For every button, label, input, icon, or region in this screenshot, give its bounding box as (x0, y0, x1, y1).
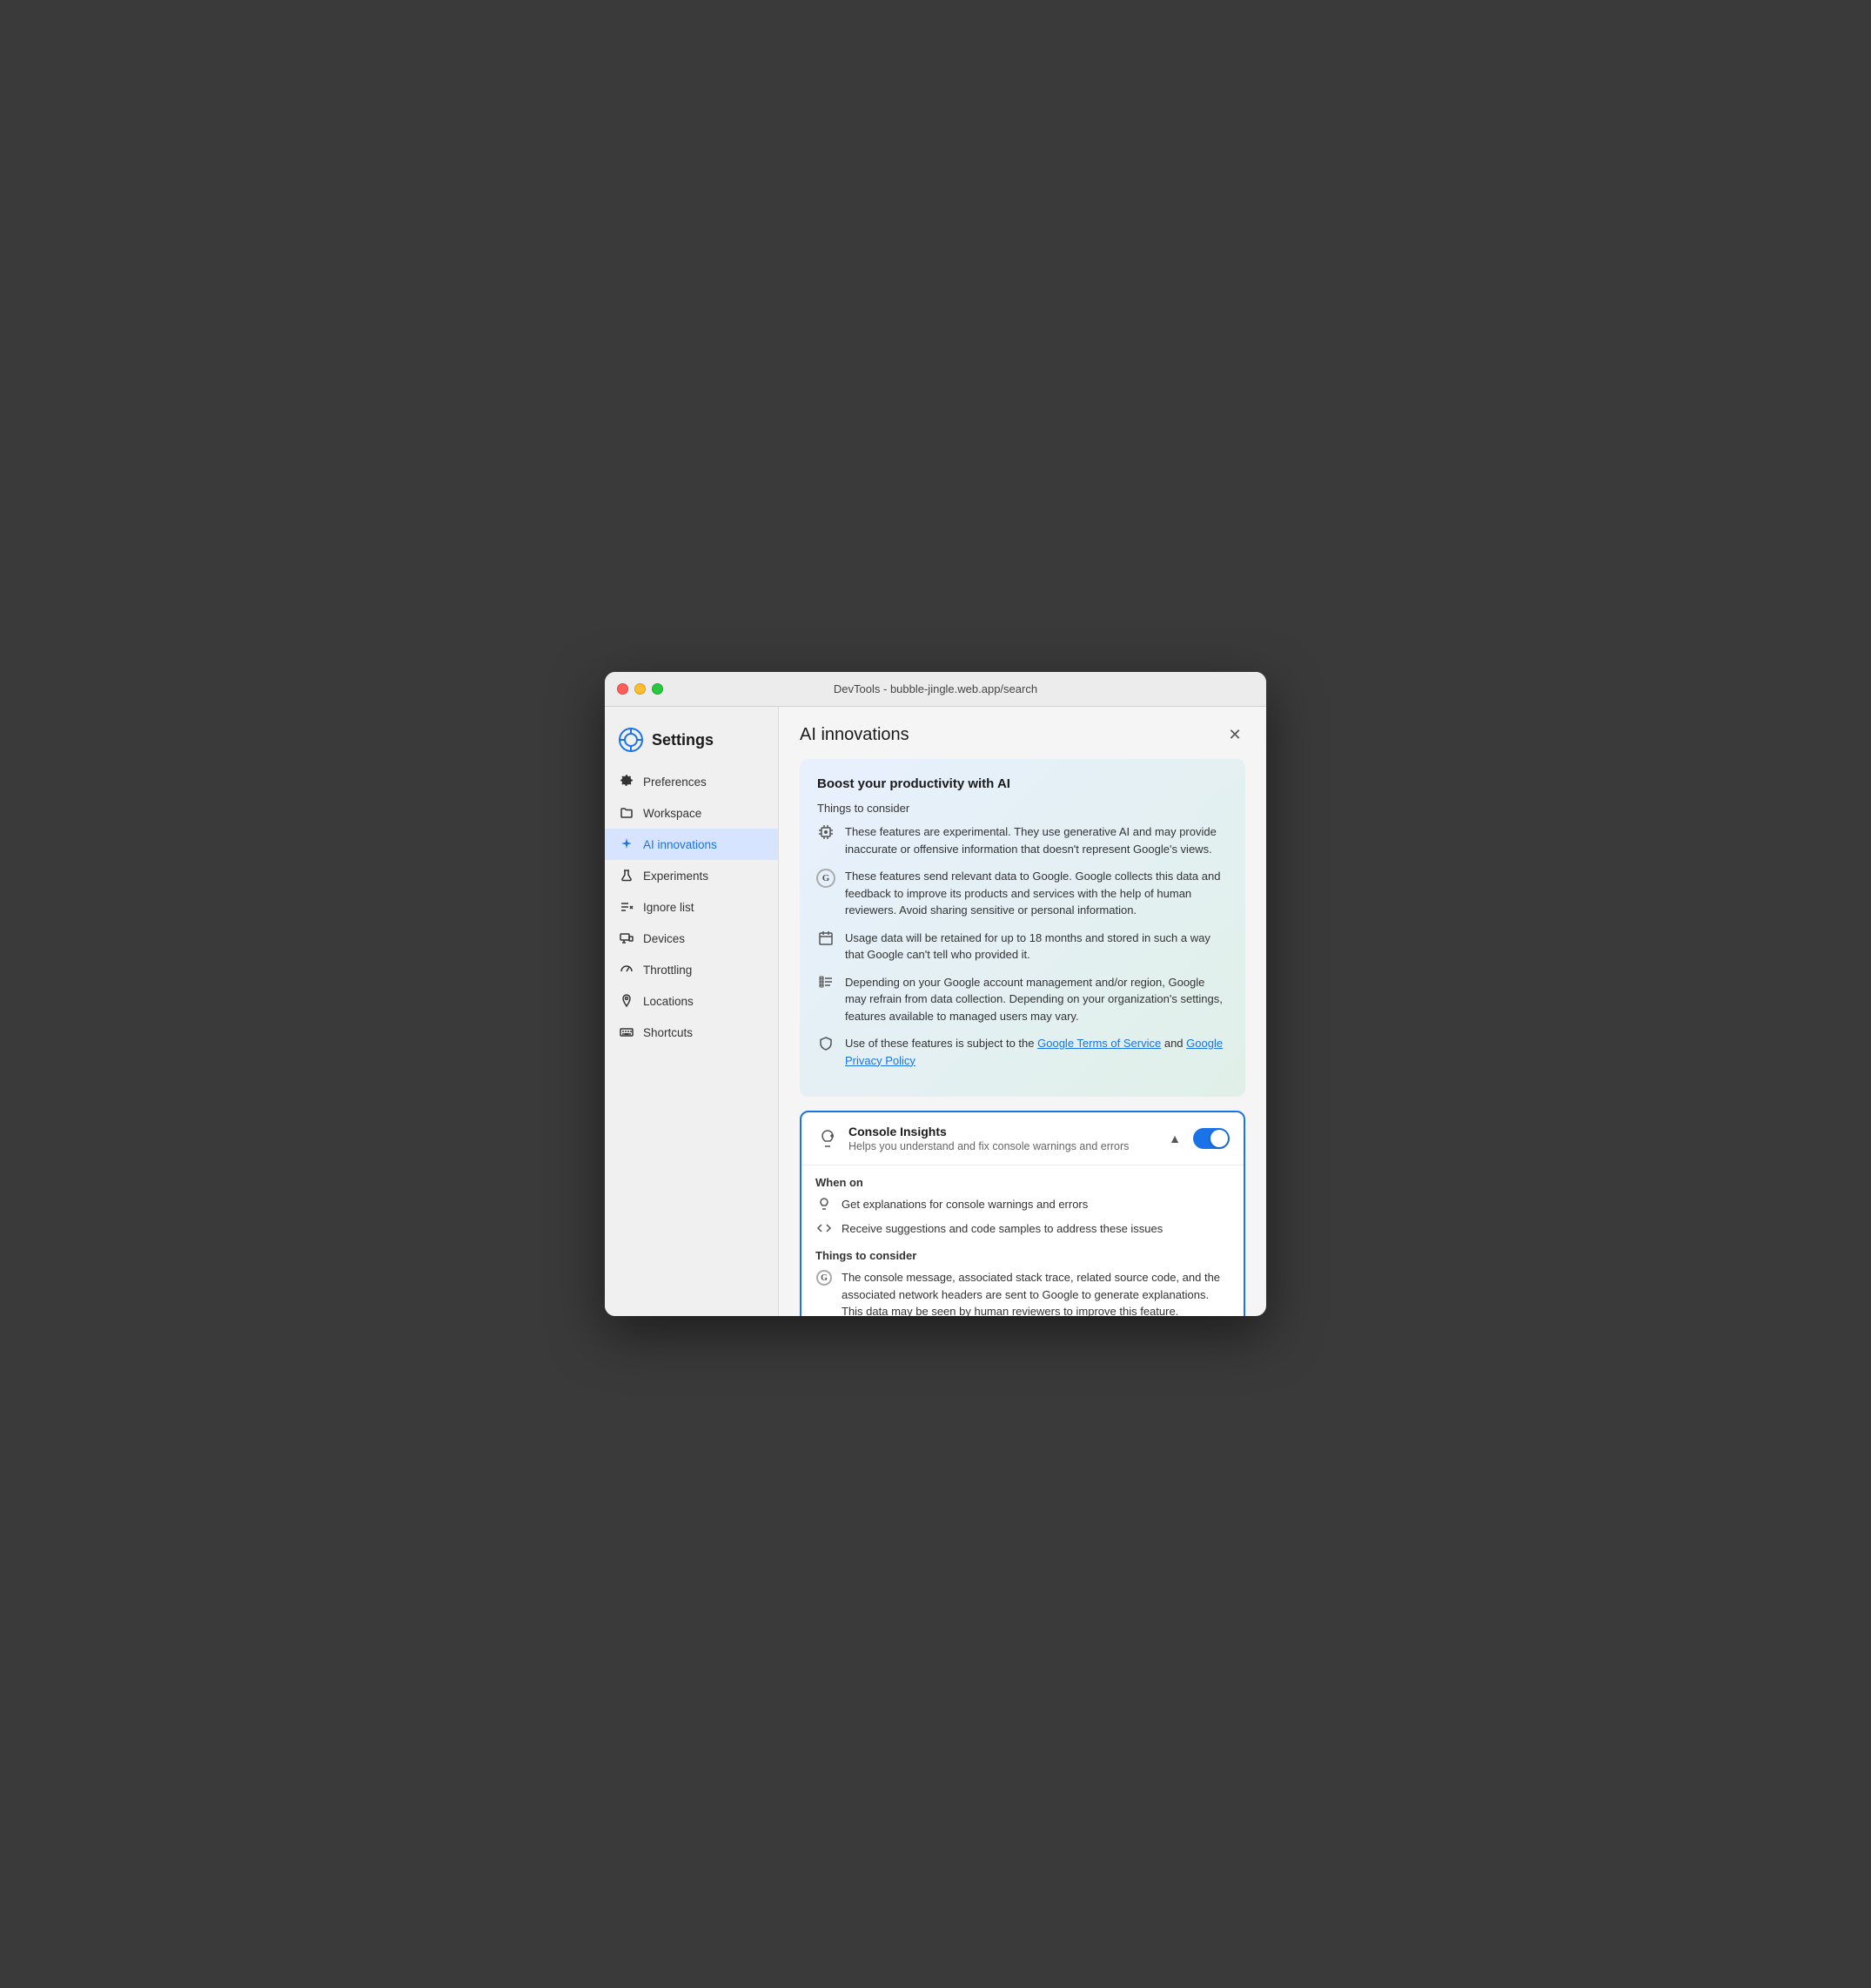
sidebar-item-locations[interactable]: Locations (605, 985, 778, 1017)
console-insights-text: Console Insights Helps you understand an… (848, 1125, 1157, 1152)
toggle-knob (1210, 1130, 1228, 1147)
console-insights-header: Console Insights Helps you understand an… (801, 1112, 1244, 1165)
info-box-subtitle: Things to consider (817, 802, 1228, 815)
sidebar-label-ai-innovations: AI innovations (643, 838, 717, 851)
close-button[interactable]: ✕ (1224, 724, 1245, 745)
list-detail-icon (817, 975, 835, 991)
page-title: AI innovations (800, 725, 909, 745)
folder-icon (619, 805, 634, 821)
sidebar-header: Settings (605, 721, 778, 766)
calendar-icon (817, 930, 835, 946)
info-item-5: Use of these features is subject to the … (817, 1035, 1228, 1069)
google-g-icon: G (817, 869, 835, 888)
info-item-text-2: These features send relevant data to Goo… (845, 868, 1228, 919)
sidebar-item-ignore-list[interactable]: Ignore list (605, 891, 778, 923)
settings-logo-icon (619, 728, 643, 752)
info-box-title: Boost your productivity with AI (817, 776, 1228, 791)
when-on-text-1: Get explanations for console warnings an… (842, 1196, 1088, 1213)
title-bar: DevTools - bubble-jingle.web.app/search (605, 672, 1266, 707)
info-item-3: Usage data will be retained for up to 18… (817, 930, 1228, 964)
sidebar-item-ai-innovations[interactable]: AI innovations (605, 829, 778, 860)
devtools-window: DevTools - bubble-jingle.web.app/search … (605, 672, 1266, 1316)
shield-icon (817, 1036, 835, 1051)
sidebar-item-throttling[interactable]: Throttling (605, 954, 778, 985)
gauge-icon (619, 962, 634, 977)
when-on-item-2: Receive suggestions and code samples to … (815, 1220, 1230, 1238)
close-traffic-light[interactable] (617, 683, 628, 695)
minimize-traffic-light[interactable] (634, 683, 646, 695)
sidebar-label-shortcuts: Shortcuts (643, 1026, 693, 1039)
info-item-text-5: Use of these features is subject to the … (845, 1035, 1228, 1069)
google-g-feature-icon: G (815, 1270, 833, 1286)
ai-chip-icon (817, 824, 835, 840)
sidebar-item-experiments[interactable]: Experiments (605, 860, 778, 891)
sidebar-label-locations: Locations (643, 995, 694, 1008)
sidebar: Settings Preferences (605, 707, 779, 1316)
lightbulb-icon (815, 1197, 833, 1211)
when-on-item-1: Get explanations for console warnings an… (815, 1196, 1230, 1213)
tos-link[interactable]: Google Terms of Service (1037, 1037, 1161, 1050)
info-item-2: G These features send relevant data to G… (817, 868, 1228, 919)
when-on-text-2: Receive suggestions and code samples to … (842, 1220, 1163, 1238)
sidebar-label-ignore-list: Ignore list (643, 901, 694, 914)
info-box: Boost your productivity with AI Things t… (800, 759, 1245, 1097)
things-text-1: The console message, associated stack tr… (842, 1269, 1230, 1316)
sidebar-label-throttling: Throttling (643, 964, 692, 977)
info-item-text-1: These features are experimental. They us… (845, 823, 1228, 857)
flask-icon (619, 868, 634, 883)
sidebar-label-devices: Devices (643, 932, 685, 945)
console-insights-controls: ▲ (1165, 1128, 1230, 1149)
sparkle-icon (619, 836, 634, 852)
main-header: AI innovations ✕ (800, 724, 1245, 745)
lightbulb-plus-icon (815, 1126, 840, 1151)
sidebar-label-experiments: Experiments (643, 870, 708, 883)
sidebar-item-devices[interactable]: Devices (605, 923, 778, 954)
sidebar-item-preferences[interactable]: Preferences (605, 766, 778, 797)
keyboard-icon (619, 1024, 634, 1040)
maximize-traffic-light[interactable] (652, 683, 663, 695)
things-to-consider-title: Things to consider (815, 1249, 1230, 1262)
main-content: AI innovations ✕ Boost your productivity… (779, 707, 1266, 1316)
info-item-text-4: Depending on your Google account managem… (845, 974, 1228, 1025)
window-title: DevTools - bubble-jingle.web.app/search (834, 682, 1037, 695)
console-insights-collapse-button[interactable]: ▲ (1165, 1128, 1184, 1149)
sidebar-label-workspace: Workspace (643, 807, 701, 820)
info-item-4: Depending on your Google account managem… (817, 974, 1228, 1025)
when-on-title: When on (815, 1176, 1230, 1189)
main-layout: Settings Preferences (605, 707, 1266, 1316)
console-insights-toggle[interactable] (1193, 1128, 1230, 1149)
things-item-1: G The console message, associated stack … (815, 1269, 1230, 1316)
devices-icon (619, 930, 634, 946)
traffic-lights (617, 683, 663, 695)
gear-icon (619, 774, 634, 789)
sidebar-title: Settings (652, 731, 714, 749)
info-item-text-3: Usage data will be retained for up to 18… (845, 930, 1228, 964)
console-insights-card: Console Insights Helps you understand an… (800, 1111, 1245, 1316)
list-x-icon (619, 899, 634, 915)
console-insights-desc: Helps you understand and fix console war… (848, 1140, 1157, 1152)
sidebar-item-workspace[interactable]: Workspace (605, 797, 778, 829)
info-item-1: These features are experimental. They us… (817, 823, 1228, 857)
code-brackets-icon (815, 1221, 833, 1235)
location-icon (619, 993, 634, 1009)
console-insights-name: Console Insights (848, 1125, 1157, 1138)
sidebar-item-shortcuts[interactable]: Shortcuts (605, 1017, 778, 1048)
console-insights-expanded: When on Get explanations for console war… (801, 1165, 1244, 1316)
sidebar-label-preferences: Preferences (643, 776, 707, 789)
